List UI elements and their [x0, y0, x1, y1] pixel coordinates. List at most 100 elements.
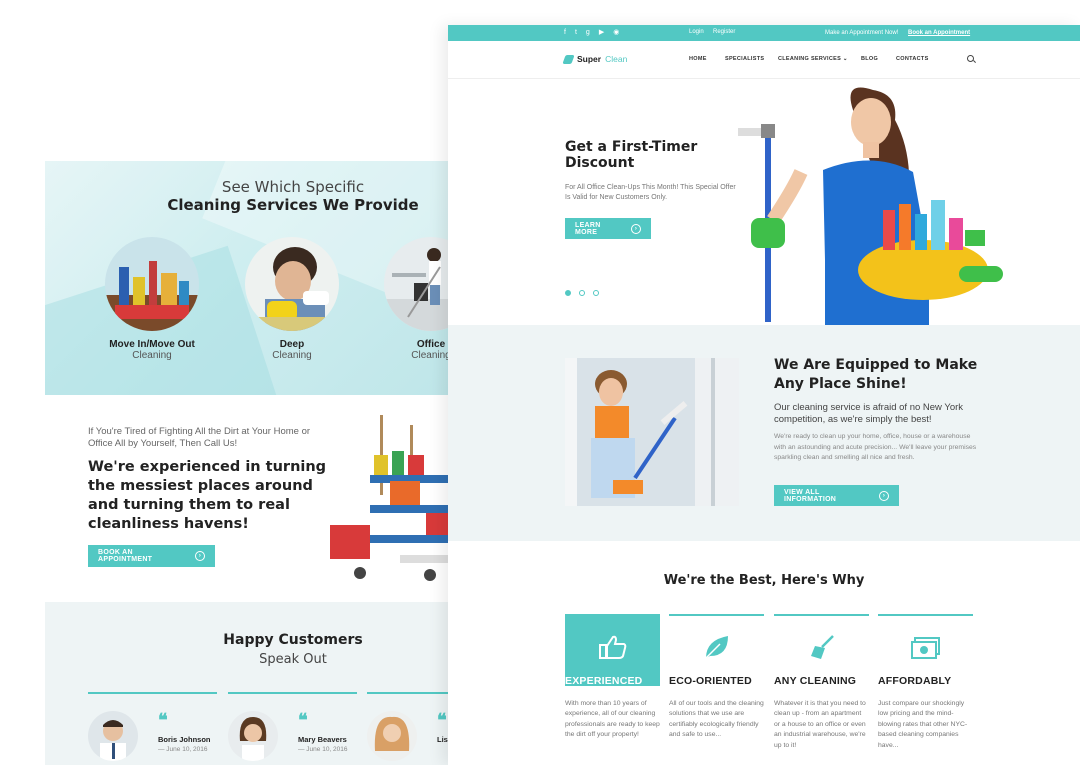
testimonials-title-bold: Happy Customers: [223, 632, 363, 648]
nav-cleaning-services-label: Cleaning Services: [778, 56, 842, 62]
view-all-information-button[interactable]: View All Information ›: [774, 485, 899, 506]
testimonial-card: ❝ Boris Johnson — June 10, 2016: [88, 692, 217, 761]
services-title-bold: Cleaning Services We Provide: [167, 196, 419, 214]
avatar: [367, 711, 417, 761]
testimonial-card: ❝ Lis: [367, 692, 448, 761]
testimonial-date: — June 10, 2016: [158, 746, 208, 753]
slider-dot-1[interactable]: [565, 290, 571, 296]
service-sub: Cleaning: [272, 350, 312, 361]
call-us-section: If You're Tired of Fighting All the Dirt…: [45, 395, 448, 602]
register-link[interactable]: Register: [713, 29, 735, 35]
quote-icon: ❝: [298, 710, 308, 730]
service-move-in-out[interactable]: Move In/Move Out Cleaning: [97, 237, 207, 361]
testimonial-name: Boris Johnson: [158, 735, 211, 744]
service-name: Office: [416, 339, 446, 350]
feature-eco-oriented[interactable]: Eco-Oriented All of our tools and the cl…: [669, 614, 764, 738]
testimonial-name: Lis: [437, 735, 448, 744]
cleaning-woman-image: [738, 87, 1003, 325]
quote-icon: ❝: [158, 710, 168, 730]
main-page-preview: f t g ▶ ◉ Login Register Make an Appoint…: [448, 25, 1080, 765]
service-name: Move In/Move Out: [109, 339, 195, 350]
learn-more-label: Learn More: [575, 221, 601, 236]
why-best-section: We're the Best, Here's Why Experienced W…: [448, 541, 1080, 765]
equipped-title: We Are Equipped to Make Any Place Shine!: [774, 357, 978, 392]
testimonial-name: Mary Beavers: [298, 735, 347, 744]
call-us-heading: We're experienced in turning the messies…: [88, 459, 327, 532]
feature-affordably[interactable]: Affordably Just compare our shockingly l…: [878, 614, 973, 749]
hero-title: Get a First-Timer Discount: [565, 139, 698, 171]
background-page-preview: See Which Specific Cleaning Services We …: [45, 161, 448, 765]
nav-cleaning-services[interactable]: Cleaning Services ⌄: [778, 56, 848, 62]
testimonials-title-light: Speak Out: [259, 652, 327, 667]
feature-heading: Eco-Oriented: [669, 675, 752, 687]
slider-dot-2[interactable]: [579, 290, 585, 296]
service-sub: Cleaning: [411, 350, 448, 361]
testimonial-card: ❝ Mary Beavers — June 10, 2016: [228, 692, 357, 761]
logo-text-bold: Super: [577, 54, 602, 64]
cleaning-cart-image: [330, 415, 448, 581]
window-cleaner-image: [565, 358, 739, 506]
feature-experienced[interactable]: Experienced With more than 10 years of e…: [565, 614, 660, 738]
avatar: [228, 711, 278, 761]
testimonials-section: Happy Customers Speak Out ❝ Boris Johnso…: [45, 602, 448, 765]
arrow-right-icon: ›: [879, 490, 889, 501]
money-icon: [910, 637, 940, 659]
feature-any-cleaning[interactable]: Any Cleaning Whatever it is that you nee…: [774, 614, 869, 749]
nav-home[interactable]: Home: [689, 56, 707, 62]
feature-heading: Affordably: [878, 675, 952, 687]
top-bar: f t g ▶ ◉ Login Register Make an Appoint…: [448, 25, 1080, 41]
book-appointment-link[interactable]: Book an Appointment: [908, 30, 970, 36]
slider-dot-3[interactable]: [593, 290, 599, 296]
login-link[interactable]: Login: [689, 29, 704, 35]
broom-icon: [810, 635, 834, 659]
social-links: f t g ▶ ◉: [564, 29, 619, 37]
feature-text: Whatever it is that you need to clean up…: [774, 700, 866, 749]
hero-slider: Get a First-Timer Discount For All Offic…: [448, 80, 1080, 325]
feature-text: All of our tools and the cleaning soluti…: [669, 700, 764, 739]
twitter-icon[interactable]: t: [575, 29, 577, 37]
avatar: [88, 711, 138, 761]
main-navigation: Super Clean Home Specialists Cleaning Ser…: [448, 41, 1080, 79]
feature-heading: Experienced: [565, 675, 643, 687]
quote-icon: ❝: [437, 710, 447, 730]
slider-dots: [565, 290, 599, 296]
nav-contacts[interactable]: Contacts: [896, 56, 929, 62]
view-all-information-label: View All Information: [784, 488, 837, 503]
service-name: Deep: [279, 339, 305, 350]
arrow-right-icon: ›: [195, 551, 205, 561]
service-image: [245, 237, 339, 331]
youtube-icon[interactable]: ▶: [599, 29, 604, 37]
feature-heading: Any Cleaning: [774, 675, 857, 687]
why-best-title: We're the Best, Here's Why: [663, 573, 865, 588]
call-us-intro: If You're Tired of Fighting All the Dirt…: [88, 426, 311, 449]
hero-description: For All Office Clean-Ups This Month! Thi…: [565, 184, 736, 201]
logo-text-light: Clean: [605, 54, 628, 64]
leaf-icon: [704, 636, 728, 659]
service-office[interactable]: Office Cleaning: [376, 237, 448, 361]
equipped-subtitle: Our cleaning service is afraid of no New…: [774, 402, 964, 425]
testimonial-date: — June 10, 2016: [298, 746, 348, 753]
appointment-text: Make an Appointment Now!: [825, 30, 899, 36]
services-title-light: See Which Specific: [221, 178, 365, 196]
nav-blog[interactable]: Blog: [861, 56, 878, 62]
nav-specialists[interactable]: Specialists: [725, 56, 764, 62]
search-icon[interactable]: [967, 55, 974, 62]
service-image: [105, 237, 199, 331]
equipped-description: We're ready to clean up your home, offic…: [774, 433, 977, 461]
rss-icon[interactable]: ◉: [613, 29, 619, 37]
service-sub: Cleaning: [132, 350, 172, 361]
book-appointment-button[interactable]: Book an Appointment ›: [88, 545, 215, 567]
services-section: See Which Specific Cleaning Services We …: [45, 161, 448, 395]
chevron-down-icon: ⌄: [842, 56, 848, 62]
service-deep[interactable]: Deep Cleaning: [237, 237, 347, 361]
google-plus-icon[interactable]: g: [586, 29, 590, 37]
book-appointment-label: Book an Appointment: [98, 549, 153, 563]
equipped-section: We Are Equipped to Make Any Place Shine!…: [448, 325, 1080, 541]
thumbs-up-icon: [598, 635, 626, 659]
learn-more-button[interactable]: Learn More ›: [565, 218, 651, 239]
service-image: [384, 237, 448, 331]
facebook-icon[interactable]: f: [564, 29, 566, 37]
feature-text: With more than 10 years of experience, a…: [565, 700, 660, 739]
logo[interactable]: Super Clean: [562, 54, 628, 64]
arrow-right-icon: ›: [631, 223, 641, 234]
